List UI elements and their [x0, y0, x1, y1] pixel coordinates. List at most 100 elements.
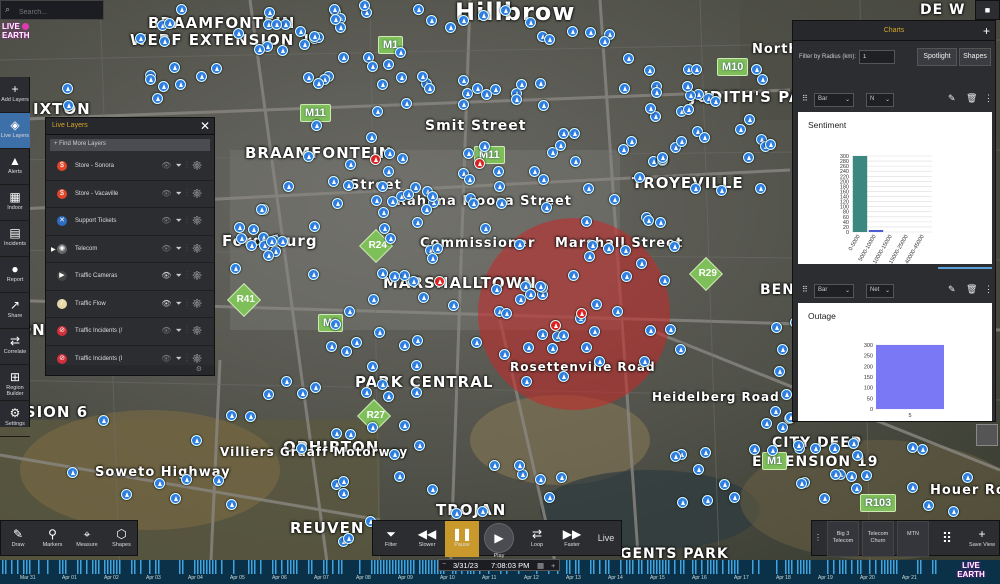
alert-tower-marker[interactable]	[576, 308, 587, 319]
loop-button[interactable]: ⇄ Loop	[519, 521, 555, 557]
cell-tower-marker[interactable]	[226, 410, 238, 422]
cell-tower-marker[interactable]	[499, 349, 511, 361]
cell-tower-marker[interactable]	[299, 38, 311, 50]
alert-tower-marker[interactable]	[434, 276, 445, 287]
cell-tower-marker[interactable]	[742, 152, 754, 163]
cell-tower-marker[interactable]	[480, 223, 492, 235]
cell-tower-marker[interactable]	[583, 182, 595, 194]
cell-tower-marker[interactable]	[558, 127, 570, 139]
shapes-button[interactable]: Shapes	[959, 48, 991, 66]
cell-tower-marker[interactable]	[457, 99, 469, 111]
cell-tower-marker[interactable]	[196, 70, 208, 82]
cell-tower-marker[interactable]	[852, 450, 864, 462]
cell-tower-marker[interactable]	[750, 63, 762, 75]
cell-tower-marker[interactable]	[480, 88, 492, 100]
cell-tower-marker[interactable]	[426, 190, 438, 202]
cell-tower-marker[interactable]	[431, 243, 443, 254]
cell-tower-marker[interactable]	[191, 435, 203, 447]
chart2-field-select[interactable]: Net ⌄	[866, 284, 894, 298]
cell-tower-marker[interactable]	[400, 97, 412, 109]
close-icon[interactable]: ✕	[200, 119, 210, 133]
calendar-icon[interactable]: ▦	[537, 561, 544, 570]
gear-icon[interactable]: ⚙	[192, 161, 206, 170]
cell-tower-marker[interactable]	[598, 35, 610, 47]
cell-tower-marker[interactable]	[668, 241, 680, 253]
cell-tower-marker[interactable]	[62, 100, 74, 112]
bar[interactable]	[876, 345, 944, 409]
cell-tower-marker[interactable]	[420, 204, 432, 216]
cell-tower-marker[interactable]	[344, 429, 356, 441]
cell-tower-marker[interactable]	[343, 179, 355, 191]
cell-tower-marker[interactable]	[490, 284, 502, 296]
cell-tower-marker[interactable]	[296, 388, 308, 400]
eye-icon[interactable]: 👁	[161, 161, 175, 170]
cell-tower-marker[interactable]	[276, 44, 288, 56]
cell-tower-marker[interactable]	[402, 188, 414, 200]
cell-tower-marker[interactable]	[541, 202, 553, 214]
cell-tower-marker[interactable]	[493, 166, 505, 178]
eye-icon[interactable]: 👁	[161, 326, 175, 335]
cell-tower-marker[interactable]	[211, 62, 223, 74]
cell-tower-marker[interactable]	[329, 318, 341, 330]
cell-tower-marker[interactable]	[520, 376, 532, 388]
cell-tower-marker[interactable]	[587, 240, 599, 252]
cell-tower-marker[interactable]	[809, 443, 821, 455]
cell-tower-marker[interactable]	[416, 71, 428, 83]
cell-tower-marker[interactable]	[593, 355, 605, 367]
cell-tower-marker[interactable]	[426, 253, 438, 265]
street-view-thumbnail[interactable]	[976, 424, 998, 446]
cell-tower-marker[interactable]	[651, 87, 663, 99]
gear-icon[interactable]: ⚙	[192, 299, 206, 308]
cell-tower-marker[interactable]	[922, 499, 934, 511]
cell-tower-marker[interactable]	[537, 173, 549, 185]
filter-icon[interactable]: ⏷	[175, 161, 185, 170]
cell-tower-marker[interactable]	[232, 28, 244, 39]
cell-tower-marker[interactable]	[266, 235, 278, 247]
gear-icon[interactable]: ⚙	[192, 189, 206, 198]
cell-tower-marker[interactable]	[603, 242, 615, 254]
share-button[interactable]: ↗ Share	[0, 293, 30, 329]
cell-tower-marker[interactable]	[494, 181, 506, 193]
cell-tower-marker[interactable]	[412, 216, 424, 228]
cell-tower-marker[interactable]	[371, 194, 383, 206]
gear-icon[interactable]: ⚙	[192, 244, 206, 253]
cell-tower-marker[interactable]	[489, 460, 501, 472]
search-input[interactable]	[1, 3, 103, 22]
time-next-icon[interactable]: +	[551, 561, 555, 570]
cell-tower-marker[interactable]	[338, 487, 350, 499]
cell-tower-marker[interactable]	[635, 257, 647, 269]
cell-tower-marker[interactable]	[644, 324, 656, 336]
add-chart-icon[interactable]: +	[983, 21, 990, 41]
drag-handle-icon[interactable]: ⠿	[802, 94, 808, 103]
grid-view-button[interactable]: ⠿	[932, 521, 962, 557]
cell-tower-marker[interactable]	[366, 131, 378, 143]
cell-tower-marker[interactable]	[458, 15, 470, 27]
draw-button[interactable]: ✎ Draw	[1, 521, 35, 557]
cell-tower-marker[interactable]	[169, 492, 181, 504]
cell-tower-marker[interactable]	[683, 103, 695, 115]
filter-icon[interactable]: ⏷	[175, 216, 185, 225]
cell-tower-marker[interactable]	[382, 59, 394, 71]
cell-tower-marker[interactable]	[389, 448, 401, 460]
views-menu-icon[interactable]: ⋮	[812, 521, 824, 557]
filter-button[interactable]: ⏷ Filter	[373, 521, 409, 557]
cell-tower-marker[interactable]	[847, 438, 859, 450]
filter-icon[interactable]: ⏷	[175, 244, 185, 253]
filter-icon[interactable]: ⏷	[175, 299, 185, 308]
layer-row[interactable]: ⊘ Traffic Incidents (/ 👁⏷⋮⚙	[46, 318, 214, 346]
cell-tower-marker[interactable]	[263, 389, 275, 401]
cell-tower-marker[interactable]	[376, 378, 388, 390]
cell-tower-marker[interactable]	[270, 18, 282, 30]
cell-tower-marker[interactable]	[643, 64, 655, 76]
cell-tower-marker[interactable]	[332, 198, 344, 210]
cell-tower-marker[interactable]	[828, 443, 840, 455]
cell-tower-marker[interactable]	[477, 506, 489, 518]
cell-tower-marker[interactable]	[248, 223, 260, 235]
cell-tower-marker[interactable]	[361, 386, 373, 398]
cell-tower-marker[interactable]	[590, 298, 602, 310]
cell-tower-marker[interactable]	[774, 366, 786, 378]
layer-row[interactable]: ▶ ◉ Telecom 👁⏷⋮⚙	[46, 236, 214, 263]
cell-tower-marker[interactable]	[689, 182, 701, 194]
save-view-button[interactable]: + Save View	[964, 521, 1000, 557]
alert-tower-marker[interactable]	[550, 320, 561, 331]
